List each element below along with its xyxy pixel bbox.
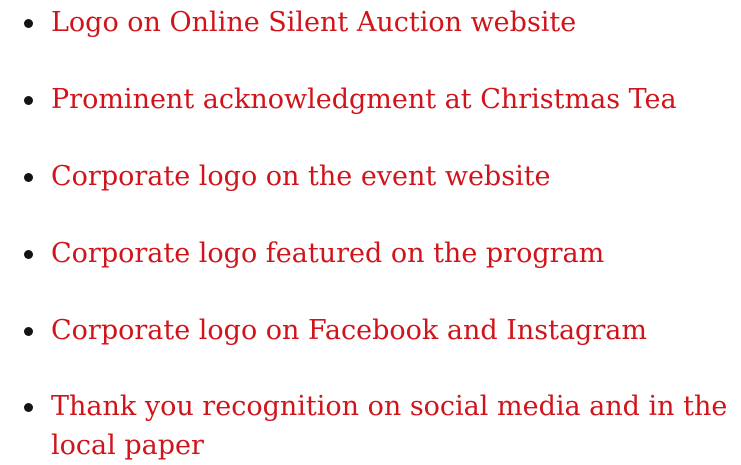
bullet-icon <box>24 250 33 259</box>
bullet-icon <box>24 19 33 28</box>
benefit-text: Logo on Online Silent Auction website <box>51 7 577 38</box>
bullet-icon <box>24 327 33 336</box>
benefit-text: Corporate logo on Facebook and Instagram <box>51 315 647 346</box>
bullet-icon <box>24 403 33 412</box>
benefit-text: Thank you recognition on social media an… <box>51 391 728 461</box>
bullet-icon <box>24 96 33 105</box>
benefit-text: Corporate logo featured on the program <box>51 238 605 269</box>
bullet-icon <box>24 173 33 182</box>
benefit-text: Corporate logo on the event website <box>51 161 551 192</box>
benefit-text: Prominent acknowledgment at Christmas Te… <box>51 84 677 115</box>
